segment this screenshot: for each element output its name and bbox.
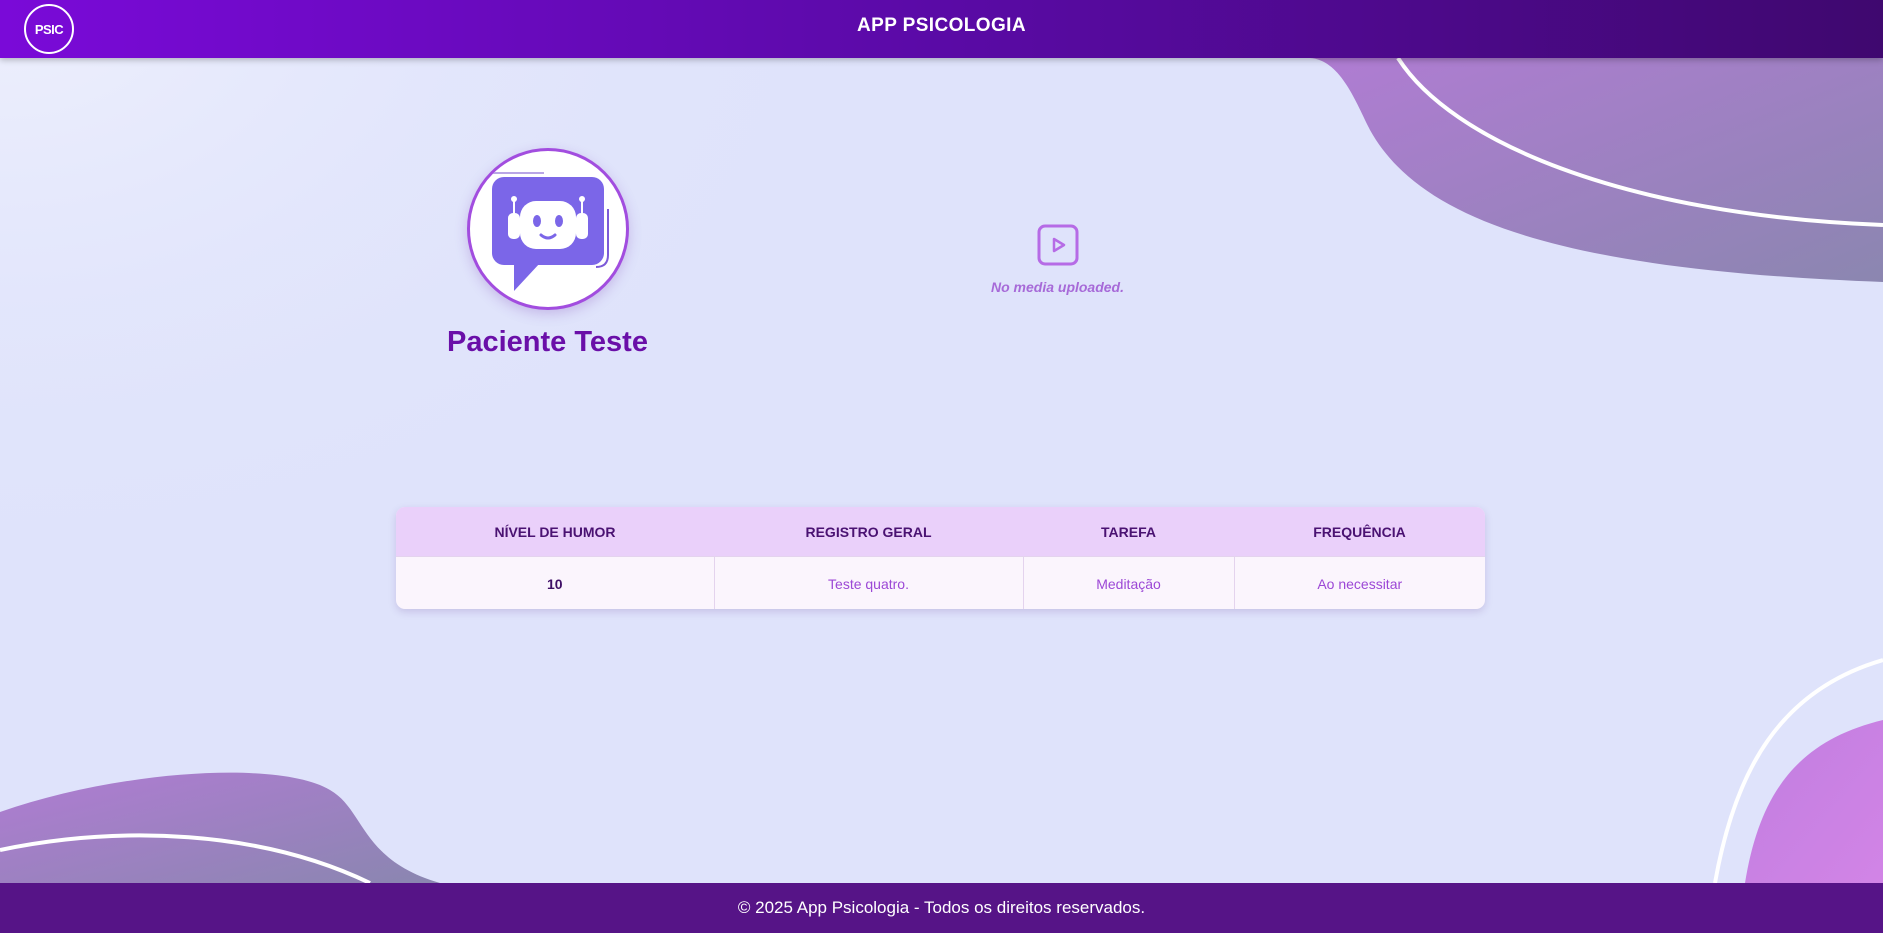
cell-task: Meditação <box>1022 556 1234 609</box>
play-video-icon <box>1037 224 1079 266</box>
column-header-task: TAREFA <box>1023 507 1234 557</box>
table-header-row: NÍVEL DE HUMOR REGISTRO GERAL TAREFA FRE… <box>396 507 1485 557</box>
robot-chat-icon <box>490 172 609 291</box>
app-header: PSIC APP PSICOLOGIA <box>0 0 1883 58</box>
app-footer: © 2025 App Psicologia - Todos os direito… <box>0 883 1883 933</box>
footer-copyright: © 2025 App Psicologia - Todos os direito… <box>737 898 1146 917</box>
no-media-message: No media uploaded. <box>990 279 1124 295</box>
patient-avatar <box>467 148 629 310</box>
patient-records-table: NÍVEL DE HUMOR REGISTRO GERAL TAREFA FRE… <box>396 507 1485 609</box>
app-title: APP PSICOLOGIA <box>857 15 1026 36</box>
table-row: 10 Teste quatro. Meditação Ao necessitar <box>396 556 1485 609</box>
cell-general-record: Teste quatro. <box>713 556 1023 609</box>
patient-name: Paciente Teste <box>447 326 648 358</box>
column-header-general-record: REGISTRO GERAL <box>714 507 1023 557</box>
cell-frequency: Ao necessitar <box>1233 556 1485 609</box>
column-header-mood: NÍVEL DE HUMOR <box>396 507 714 557</box>
column-header-frequency: FREQUÊNCIA <box>1234 507 1485 557</box>
main-content: Paciente Teste No media uploaded. NÍVEL … <box>0 0 1883 933</box>
cell-mood-level: 10 <box>396 556 714 609</box>
